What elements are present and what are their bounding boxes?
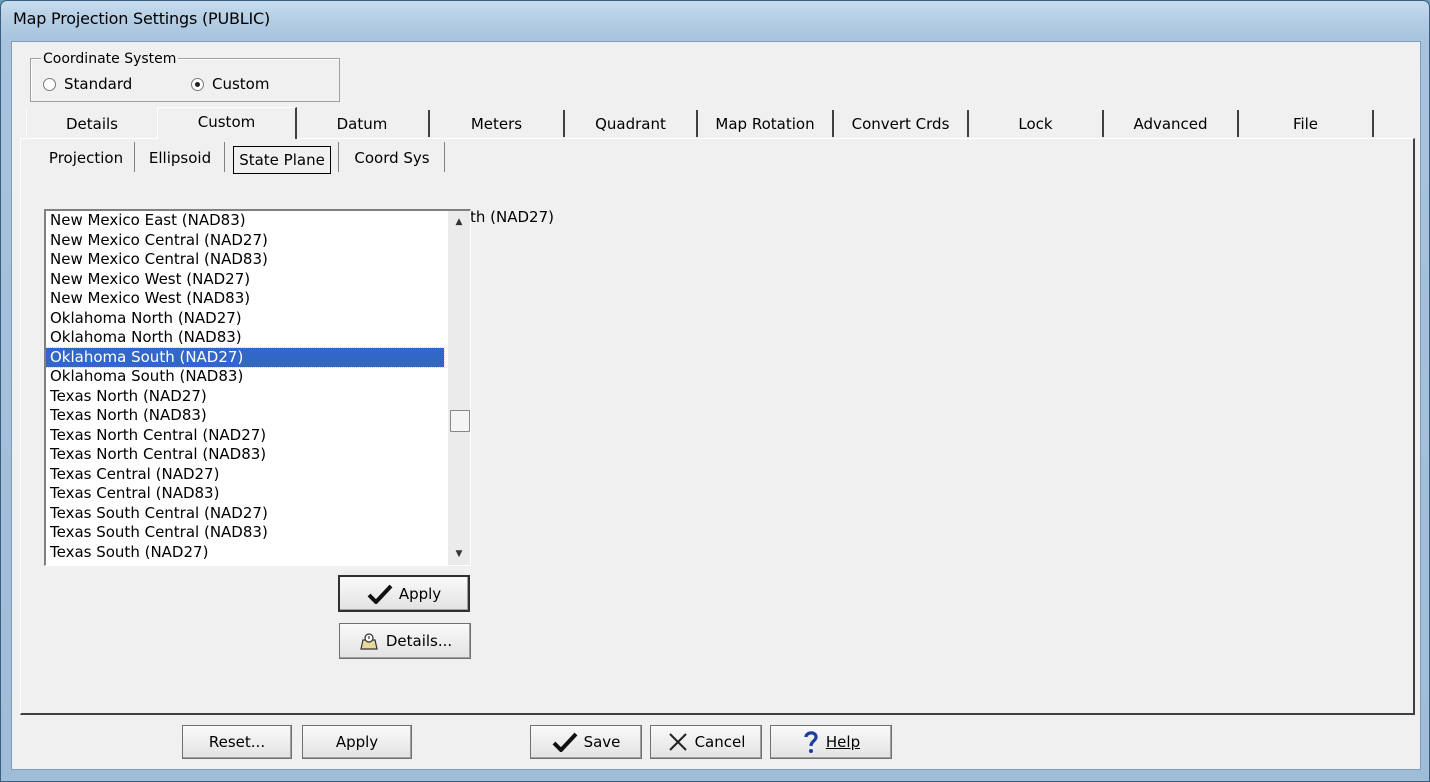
tab-custom[interactable]: Custom [157,107,297,139]
list-item[interactable]: New Mexico West (NAD27) [46,270,444,290]
reset-button[interactable]: Reset... [182,725,292,759]
cancel-button[interactable]: Cancel [650,725,762,759]
state-plane-apply-label: Apply [398,584,442,603]
list-item[interactable]: Texas North Central (NAD27) [46,426,444,446]
tab-advanced-label: Advanced [1133,115,1208,133]
tab-map-rotation-label: Map Rotation [715,115,815,133]
list-item[interactable]: Texas South Central (NAD83) [46,523,444,543]
save-label: Save [583,733,621,751]
list-item[interactable]: New Mexico Central (NAD83) [46,250,444,270]
dialog-client: Coordinate System Standard Custom Detail… [11,41,1421,770]
tab-datum-label: Datum [336,115,388,133]
scroll-down-arrow-icon[interactable]: ▼ [448,545,470,563]
list-item[interactable]: New Mexico West (NAD83) [46,289,444,309]
subtab-coord-sys[interactable]: Coord Sys [340,142,445,172]
reset-label: Reset... [208,733,266,751]
tab-datum[interactable]: Datum [296,110,430,137]
list-item[interactable]: New Mexico Central (NAD27) [46,231,444,251]
list-item[interactable]: Texas Central (NAD27) [46,465,444,485]
coordinate-system-group: Coordinate System Standard Custom [30,51,340,102]
list-item[interactable]: Oklahoma North (NAD27) [46,309,444,329]
tab-file[interactable]: File [1239,110,1374,137]
checkmark-icon [367,584,393,604]
tab-details[interactable]: Details [26,110,159,137]
radio-custom-circle[interactable] [191,77,204,91]
state-plane-apply-button[interactable]: Apply [338,575,470,612]
subtab-ellipsoid-label: Ellipsoid [148,149,212,167]
tab-custom-label: Custom [197,113,256,131]
subtab-projection-label: Projection [48,149,124,167]
dialog-window: Map Projection Settings (PUBLIC) Coordin… [0,0,1430,782]
scroll-thumb[interactable] [450,410,470,432]
tab-meters-label: Meters [470,115,523,133]
list-item[interactable]: Texas South Central (NAD27) [46,504,444,524]
tab-details-label: Details [65,115,118,133]
scroll-up-arrow-icon[interactable]: ▲ [448,213,470,231]
tab-convert-crds[interactable]: Convert Crds [834,110,969,137]
list-item[interactable]: Oklahoma South (NAD27) [46,346,445,368]
state-plane-list: New Mexico East (NAD83) New Mexico Centra… [46,211,445,563]
subtab-state-plane-label: State Plane [233,146,331,174]
tab-file-label: File [1292,115,1319,133]
tab-quadrant-label: Quadrant [595,115,666,133]
list-item[interactable]: Oklahoma South (NAD83) [46,367,444,387]
subtab-ellipsoid[interactable]: Ellipsoid [136,142,225,172]
tab-quadrant[interactable]: Quadrant [565,110,698,137]
tab-advanced[interactable]: Advanced [1104,110,1239,137]
save-button[interactable]: Save [530,725,642,759]
list-item[interactable]: Texas Central (NAD83) [46,484,444,504]
subtab-state-plane[interactable]: State Plane [226,142,339,174]
list-item[interactable]: Texas South (NAD27) [46,543,444,563]
list-item[interactable]: Texas North (NAD27) [46,387,444,407]
obscured-zone-label: th (NAD27) [470,208,554,226]
apply-button[interactable]: Apply [302,725,412,759]
radio-standard[interactable]: Standard [43,75,132,93]
tab-map-rotation[interactable]: Map Rotation [698,110,834,137]
list-item[interactable]: New Mexico East (NAD83) [46,211,444,231]
help-button[interactable]: Help [770,725,892,759]
radio-custom-label: Custom [212,75,270,93]
help-label: Help [825,733,861,751]
tab-convert-crds-label: Convert Crds [851,115,950,133]
apply-label: Apply [335,733,379,751]
coordinate-system-legend: Coordinate System [41,51,179,67]
checkmark-icon [552,732,578,752]
cancel-x-icon [668,733,687,751]
list-item[interactable]: Texas North (NAD83) [46,406,444,426]
list-item[interactable]: Texas North Central (NAD83) [46,445,444,465]
tab-meters[interactable]: Meters [430,110,565,137]
state-plane-details-button[interactable]: Details... [339,623,471,659]
cancel-label: Cancel [694,733,746,751]
radio-standard-circle[interactable] [43,77,56,91]
tab-lock-label: Lock [1018,115,1053,133]
subtab-projection[interactable]: Projection [38,142,135,172]
list-scrollbar[interactable]: ▲ ▼ [448,211,470,565]
details-icon [360,633,378,650]
tab-lock[interactable]: Lock [969,110,1104,137]
state-plane-listbox[interactable]: New Mexico East (NAD83) New Mexico Centra… [44,209,471,566]
list-item[interactable]: Oklahoma North (NAD83) [46,328,444,348]
radio-custom[interactable]: Custom [191,75,269,93]
radio-standard-label: Standard [64,75,133,93]
window-title: Map Projection Settings (PUBLIC) [13,9,270,28]
state-plane-details-label: Details... [385,632,453,650]
subtab-coord-sys-label: Coord Sys [354,149,430,167]
help-question-icon [804,731,818,753]
